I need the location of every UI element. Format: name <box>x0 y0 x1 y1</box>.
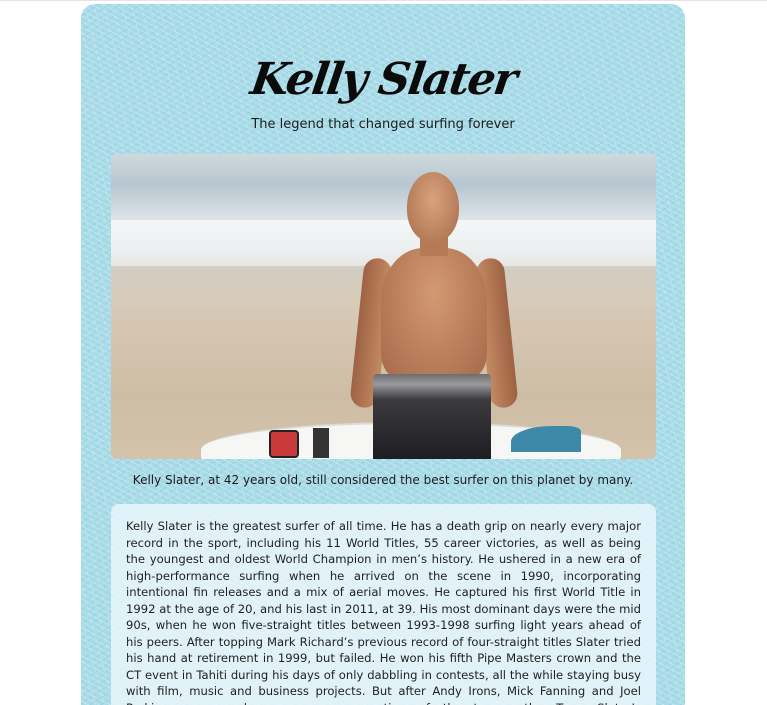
photo-surfboard-stripe <box>313 428 329 458</box>
photo-surfboard-logo <box>269 430 299 458</box>
photo-sea <box>111 154 656 222</box>
tagline: The legend that changed surfing forever <box>251 117 515 132</box>
photo-surfboard-fin <box>511 426 581 452</box>
kelly-slater-photo <box>111 154 656 459</box>
photo-caption: Kelly Slater, at 42 years old, still con… <box>132 473 634 487</box>
tribute-card: Kelly Slater The legend that changed sur… <box>81 4 685 705</box>
bio-text: Kelly Slater is the greatest surfer of a… <box>126 519 641 705</box>
bio-section: Kelly Slater is the greatest surfer of a… <box>111 504 656 705</box>
page-title: Kelly Slater <box>247 54 519 105</box>
top-border <box>0 0 767 1</box>
photo-person-torso <box>381 248 487 380</box>
photo-person-head <box>407 172 459 242</box>
photo-person-boardshorts <box>373 374 491 459</box>
